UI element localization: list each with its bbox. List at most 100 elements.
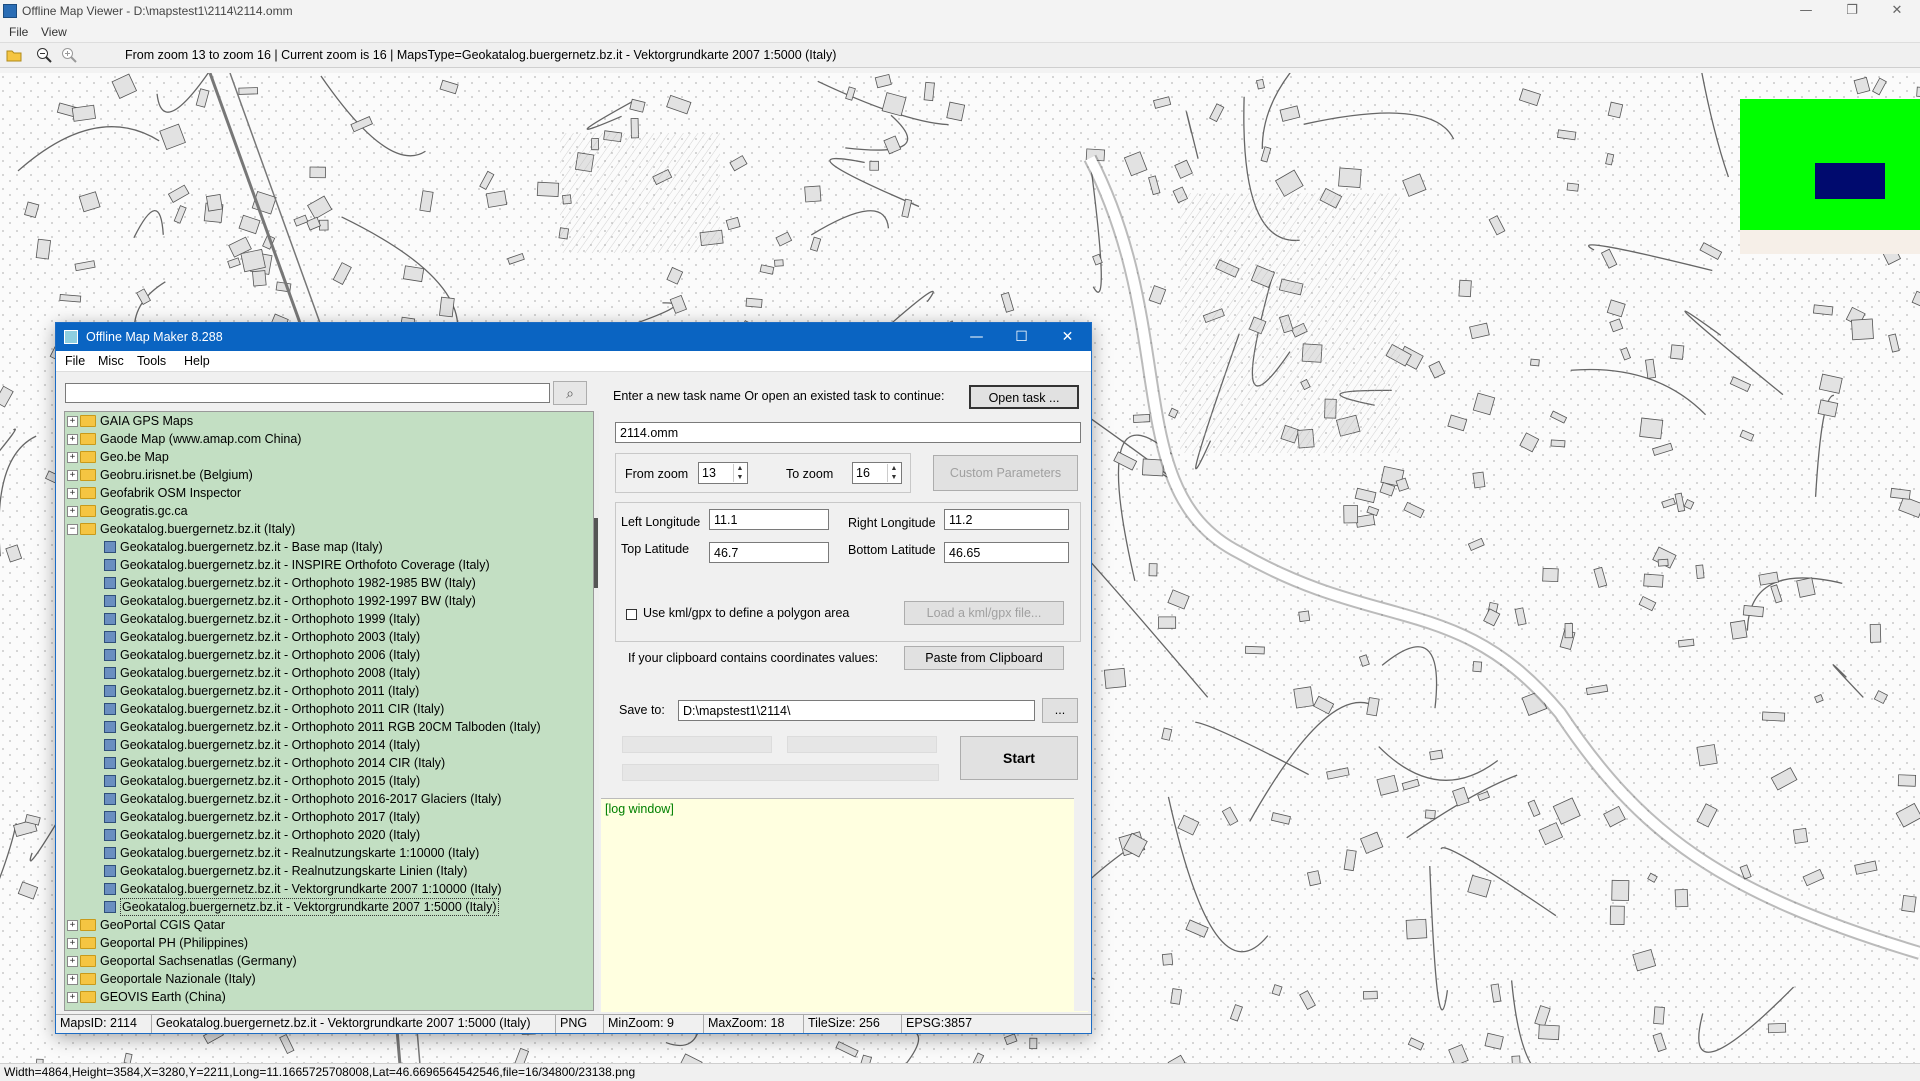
map-building	[1812, 304, 1834, 316]
expand-icon[interactable]: +	[67, 452, 78, 463]
tree-item-label: Gaode Map (www.amap.com China)	[100, 432, 302, 446]
progress-bar-2	[787, 736, 937, 753]
from-zoom-spinner[interactable]: 13 ▲ ▼	[698, 462, 748, 484]
map-building	[1542, 567, 1559, 583]
tree-item-label: Geokatalog.buergernetz.bz.it - Orthophot…	[120, 594, 476, 608]
dialog-maximize-button[interactable]: ☐	[999, 323, 1044, 351]
minimize-button[interactable]: —	[1783, 0, 1829, 22]
outer-menu-bar: File View	[0, 22, 1920, 42]
dialog-menu-tools[interactable]: Tools	[137, 354, 166, 368]
top-latitude-label: Top Latitude	[621, 542, 690, 556]
map-layer-icon	[104, 595, 116, 607]
map-building	[804, 185, 822, 203]
left-longitude-field[interactable]: 11.1	[709, 509, 829, 530]
expand-icon[interactable]: +	[67, 974, 78, 985]
map-building	[1653, 1006, 1665, 1025]
status-maps-name: Geokatalog.buergernetz.bz.it - Vektorgru…	[152, 1015, 556, 1033]
from-zoom-value: 13	[702, 466, 716, 480]
load-kml-button[interactable]: Load a kml/gpx file...	[904, 601, 1064, 625]
search-button[interactable]: ⌕	[553, 381, 587, 405]
dialog-minimize-button[interactable]: —	[954, 323, 999, 351]
expand-icon[interactable]: +	[67, 416, 78, 427]
tree-scrollbar[interactable]	[594, 411, 599, 1011]
folder-icon	[80, 451, 96, 463]
map-building	[1550, 439, 1566, 448]
tree-item-label: Geokatalog.buergernetz.bz.it - Base map …	[120, 540, 383, 554]
map-building	[946, 101, 966, 122]
spin-up-icon[interactable]: ▲	[887, 464, 900, 473]
map-building	[402, 265, 425, 283]
map-building	[1761, 711, 1786, 722]
right-longitude-field[interactable]: 11.2	[944, 509, 1069, 530]
expand-icon[interactable]: +	[67, 506, 78, 517]
tree-item-label: GEOVIS Earth (China)	[100, 990, 226, 1004]
tree-item-label: Geokatalog.buergernetz.bz.it - Orthophot…	[120, 774, 421, 788]
map-building	[536, 181, 560, 198]
dialog-close-button[interactable]: ✕	[1045, 323, 1090, 351]
folder-icon	[80, 937, 96, 949]
map-layer-icon	[104, 721, 116, 733]
log-scrollbar[interactable]	[1074, 798, 1088, 1011]
tree-scrollbar-thumb[interactable]	[594, 518, 598, 588]
start-button[interactable]: Start	[960, 736, 1078, 780]
menu-view[interactable]: View	[41, 25, 67, 39]
spin-up-icon[interactable]: ▲	[733, 464, 746, 473]
expand-icon[interactable]: +	[67, 956, 78, 967]
map-search-input[interactable]	[65, 383, 550, 403]
tree-item-label: Geokatalog.buergernetz.bz.it - Orthophot…	[120, 702, 445, 716]
expand-icon[interactable]: +	[67, 434, 78, 445]
paste-from-clipboard-button[interactable]: Paste from Clipboard	[904, 646, 1064, 670]
custom-parameters-button[interactable]: Custom Parameters	[933, 455, 1078, 491]
dialog-title-bar[interactable]: Offline Map Maker 8.288 — ☐ ✕	[56, 323, 1091, 351]
folder-icon	[80, 523, 96, 535]
save-to-field[interactable]: D:\mapstest1\2114\	[678, 700, 1035, 721]
dialog-app-icon	[64, 330, 78, 344]
kml-polygon-checkbox[interactable]	[626, 609, 637, 620]
bottom-latitude-field[interactable]: 46.65	[944, 542, 1069, 563]
expand-icon[interactable]: +	[67, 992, 78, 1003]
folder-icon	[80, 955, 96, 967]
from-zoom-label: From zoom	[625, 467, 689, 481]
map-building	[1158, 616, 1177, 629]
expand-icon[interactable]: +	[67, 938, 78, 949]
dialog-menu-help[interactable]: Help	[184, 354, 210, 368]
expand-icon[interactable]: +	[67, 488, 78, 499]
overview-viewport-rect[interactable]	[1815, 163, 1885, 199]
map-building	[1161, 953, 1174, 966]
tree-item-label: Geokatalog.buergernetz.bz.it - Orthophot…	[120, 684, 420, 698]
maximize-button[interactable]: ❐	[1829, 0, 1875, 22]
map-building	[1530, 358, 1540, 367]
map-building	[1674, 888, 1689, 908]
spin-down-icon[interactable]: ▼	[733, 473, 746, 482]
menu-file[interactable]: File	[9, 25, 28, 39]
tree-item-label: Geokatalog.buergernetz.bz.it - Orthophot…	[120, 576, 476, 590]
folder-icon	[80, 469, 96, 481]
zoom-in-icon[interactable]	[61, 47, 77, 63]
tree-item-label: Geoportal PH (Philippines)	[100, 936, 248, 950]
map-building	[1670, 344, 1685, 360]
expand-icon[interactable]: +	[67, 920, 78, 931]
dialog-menu-misc[interactable]: Misc	[98, 354, 124, 368]
close-button[interactable]: ✕	[1874, 0, 1920, 22]
status-min-zoom: MinZoom: 9	[604, 1015, 704, 1033]
dialog-menu-file[interactable]: File	[65, 354, 85, 368]
open-task-button[interactable]: Open task ...	[969, 385, 1079, 409]
to-zoom-value: 16	[856, 466, 870, 480]
zoom-out-icon[interactable]	[36, 47, 52, 63]
map-building	[1851, 318, 1874, 341]
to-zoom-spinner[interactable]: 16 ▲ ▼	[852, 462, 902, 484]
offline-map-maker-dialog: Offline Map Maker 8.288 — ☐ ✕ File Misc …	[55, 322, 1092, 1034]
log-window[interactable]	[601, 798, 1088, 1012]
open-folder-icon[interactable]	[6, 47, 22, 63]
task-name-field[interactable]: 2114.omm	[615, 422, 1081, 443]
tree-item-label: Geokatalog.buergernetz.bz.it - Vektorgru…	[120, 882, 502, 896]
progress-bar-1	[622, 736, 772, 753]
top-latitude-field[interactable]: 46.7	[709, 542, 829, 563]
browse-button[interactable]: ...	[1042, 698, 1078, 723]
expand-icon[interactable]: +	[67, 470, 78, 481]
tree-item-label: Geo.be Map	[100, 450, 169, 464]
map-building	[1916, 86, 1920, 98]
spin-down-icon[interactable]: ▼	[887, 473, 900, 482]
map-type-tree[interactable]: + GAIA GPS Maps + Gaode Map (www.amap.com C…	[64, 411, 594, 1011]
collapse-icon[interactable]: −	[67, 524, 78, 535]
